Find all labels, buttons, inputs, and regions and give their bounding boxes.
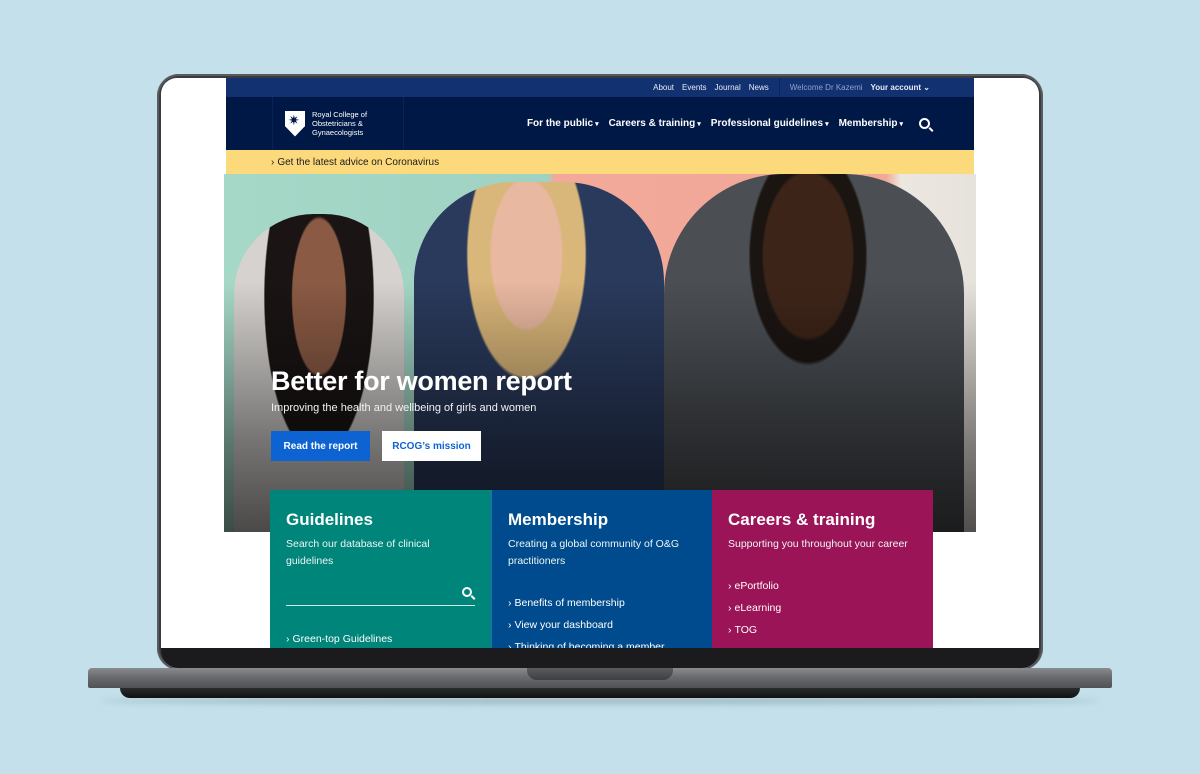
caret-down-icon: ▾: [595, 121, 599, 128]
link-eportfolio[interactable]: › ePortfolio: [728, 575, 917, 597]
hero-banner: Better for women report Improving the he…: [224, 174, 976, 532]
link-label: View your dashboard: [514, 619, 613, 631]
card-links: › Benefits of membership › View your dashb…: [508, 592, 696, 648]
link-label: TOG: [734, 624, 758, 636]
utility-link-events[interactable]: Events: [682, 83, 706, 92]
logo-text: Royal College of Obstetricians & Gynaeco…: [312, 110, 367, 137]
link-green-top-guidelines[interactable]: › Green-top Guidelines: [286, 628, 475, 648]
chevron-right-icon: ›: [728, 602, 732, 614]
link-label: ePortfolio: [734, 580, 779, 592]
caret-down-icon: ▾: [697, 121, 701, 128]
chevron-right-icon: ›: [508, 641, 512, 648]
feature-cards: Guidelines Search our database of clinic…: [270, 490, 933, 648]
chevron-right-icon: ›: [271, 156, 275, 168]
hero-overlay: [224, 174, 976, 532]
link-label: Benefits of membership: [514, 597, 625, 609]
main-nav: Royal College of Obstetricians & Gynaeco…: [226, 97, 974, 150]
website: About Events Journal News Welcome Dr Kaz…: [224, 78, 976, 648]
card-careers-training: Careers & training Supporting you throug…: [712, 490, 933, 648]
nav-item-professional-guidelines[interactable]: Professional guidelines ▾: [711, 118, 829, 129]
card-title: Guidelines: [286, 510, 373, 529]
your-account-menu[interactable]: Your account ⌄: [871, 83, 930, 92]
nav-item-careers-training[interactable]: Careers & training ▾: [609, 118, 701, 129]
alert-text: Get the latest advice on Coronavirus: [277, 156, 440, 168]
nav-label: Membership: [838, 118, 898, 129]
logo-line-3: Gynaecologists: [312, 128, 364, 137]
logo-line-1: Royal College of: [312, 110, 368, 119]
search-icon[interactable]: [919, 118, 930, 129]
utility-link-news[interactable]: News: [749, 83, 769, 92]
card-description: Creating a global community of O&G pract…: [508, 538, 679, 567]
nav-item-membership[interactable]: Membership ▾: [839, 118, 903, 129]
caret-down-icon: ▾: [899, 121, 903, 128]
nav-label: Professional guidelines: [710, 118, 824, 129]
nav-label: For the public: [526, 118, 594, 129]
nav-item-for-the-public[interactable]: For the public ▾: [527, 118, 599, 129]
utility-nav: About Events Journal News Welcome Dr Kaz…: [226, 78, 974, 97]
chevron-right-icon: ›: [508, 619, 512, 631]
hero-title: Better for women report: [271, 366, 572, 396]
laptop-base-lip: [120, 688, 1080, 698]
card-description: Search our database of clinical guidelin…: [286, 538, 430, 567]
logo-line-2: Obstetricians &: [312, 119, 363, 128]
card-description: Supporting you throughout your career: [728, 538, 908, 550]
card-guidelines: Guidelines Search our database of clinic…: [270, 490, 491, 648]
card-membership: Membership Creating a global community o…: [491, 490, 712, 648]
link-label: eLearning: [734, 602, 782, 614]
logo-link[interactable]: Royal College of Obstetricians & Gynaeco…: [272, 97, 404, 150]
shield-star-icon: [285, 110, 305, 137]
link-view-your-dashboard[interactable]: › View your dashboard: [508, 614, 696, 636]
nav-label: Careers & training: [608, 118, 696, 129]
welcome-text: Welcome Dr Kazemi: [789, 83, 863, 92]
search-icon[interactable]: [462, 587, 472, 597]
chevron-right-icon: ›: [508, 597, 512, 609]
link-elearning[interactable]: › eLearning: [728, 597, 917, 619]
chevron-right-icon: ›: [286, 633, 290, 645]
hero-buttons: Read the report RCOG’s mission: [271, 431, 572, 461]
laptop-hinge-notch: [527, 668, 673, 680]
link-benefits-of-membership[interactable]: › Benefits of membership: [508, 592, 696, 614]
link-label: Thinking of becoming a member: [514, 641, 665, 648]
card-links: › ePortfolio › eLearning › TOG: [728, 575, 917, 641]
read-the-report-button[interactable]: Read the report: [271, 431, 370, 461]
laptop-shadow: [100, 698, 1100, 704]
hero-content: Better for women report Improving the he…: [271, 366, 572, 461]
link-thinking-of-becoming-a-member[interactable]: › Thinking of becoming a member: [508, 636, 696, 648]
your-account-label: Your account: [870, 83, 922, 92]
utility-link-about[interactable]: About: [653, 83, 674, 92]
guidelines-search-input[interactable]: [286, 586, 475, 606]
link-label: Green-top Guidelines: [292, 633, 393, 645]
card-title: Careers & training: [728, 510, 876, 529]
chevron-down-icon: ⌄: [923, 83, 930, 92]
caret-down-icon: ▾: [825, 121, 829, 128]
rcog-mission-button[interactable]: RCOG’s mission: [382, 431, 481, 461]
utility-link-journal[interactable]: Journal: [715, 83, 741, 92]
chevron-right-icon: ›: [728, 624, 732, 636]
coronavirus-alert-bar[interactable]: › Get the latest advice on Coronavirus: [226, 150, 974, 174]
hero-subtitle: Improving the health and wellbeing of gi…: [271, 402, 537, 414]
chevron-right-icon: ›: [728, 580, 732, 592]
laptop-screen: About Events Journal News Welcome Dr Kaz…: [161, 78, 1039, 648]
utility-divider: [778, 78, 780, 97]
primary-nav-links: For the public ▾ Careers & training ▾ Prof…: [527, 97, 930, 150]
card-title: Membership: [508, 510, 609, 529]
link-tog[interactable]: › TOG: [728, 619, 917, 641]
